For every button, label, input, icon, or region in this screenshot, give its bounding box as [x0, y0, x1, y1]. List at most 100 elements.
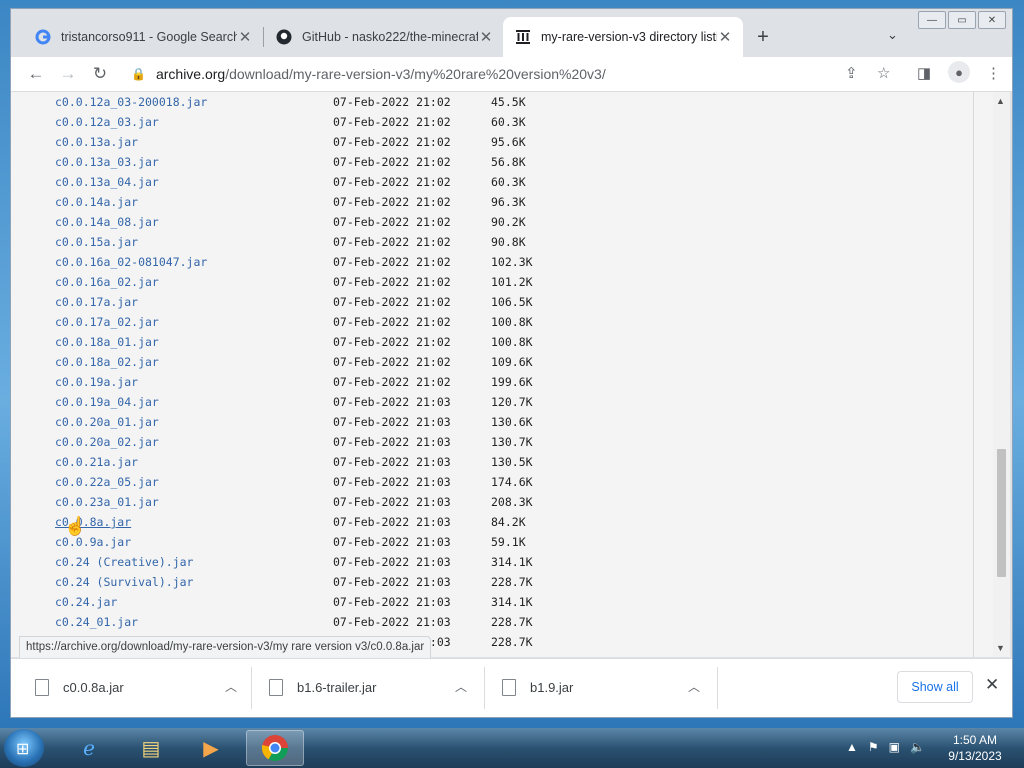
file-date: 07-Feb-2022 21:03: [333, 515, 451, 529]
download-item[interactable]: b1.9.jar ︿: [502, 659, 700, 716]
maximize-button[interactable]: ▭: [948, 11, 976, 29]
file-row: c0.0.20a_01.jar 07-Feb-2022 21:03 130.6K: [55, 412, 551, 432]
show-hidden-icons-icon[interactable]: ▲: [846, 740, 858, 754]
profile-icon[interactable]: ●: [948, 61, 970, 83]
media-player-icon[interactable]: ▶: [182, 730, 240, 766]
side-panel-icon[interactable]: ◨: [917, 64, 931, 82]
vertical-scrollbar[interactable]: ▲ ▼: [993, 92, 1010, 657]
file-size: 314.1K: [491, 555, 533, 569]
scroll-down-arrow-icon[interactable]: ▼: [996, 643, 1005, 653]
close-icon[interactable]: ✕: [717, 28, 733, 46]
file-row: c0.0.20a_02.jar 07-Feb-2022 21:03 130.7K: [55, 432, 551, 452]
file-icon: [269, 679, 283, 696]
file-date: 07-Feb-2022 21:02: [333, 375, 451, 389]
menu-icon[interactable]: ⋮: [986, 64, 1001, 82]
action-center-icon[interactable]: ⚑: [868, 740, 879, 754]
file-date: 07-Feb-2022 21:03: [333, 555, 451, 569]
file-row: c0.0.16a_02.jar 07-Feb-2022 21:02 101.2K: [55, 272, 551, 292]
chrome-icon[interactable]: [246, 730, 304, 766]
file-row: c0.0.16a_02-081047.jar 07-Feb-2022 21:02 1…: [55, 252, 551, 272]
file-link[interactable]: c0.0.13a_03.jar: [55, 152, 333, 172]
file-link[interactable]: c0.24_01.jar: [55, 612, 333, 632]
minimize-button[interactable]: —: [918, 11, 946, 29]
file-link[interactable]: c0.0.14a_08.jar: [55, 212, 333, 232]
file-link[interactable]: c0.0.13a_04.jar: [55, 172, 333, 192]
internet-explorer-icon[interactable]: ℯ: [60, 730, 118, 766]
file-link[interactable]: c0.0.12a_03.jar: [55, 112, 333, 132]
close-icon[interactable]: ✕: [478, 28, 494, 46]
file-date: 07-Feb-2022 21:03: [333, 435, 451, 449]
file-size: 130.5K: [491, 455, 533, 469]
file-size: 59.1K: [491, 535, 526, 549]
file-link[interactable]: c0.24.jar: [55, 592, 333, 612]
file-link[interactable]: c0.0.19a_04.jar: [55, 392, 333, 412]
file-link[interactable]: c0.0.16a_02-081047.jar: [55, 252, 333, 272]
address-bar[interactable]: 🔒 archive.org/download/my-rare-version-v…: [123, 60, 903, 88]
browser-window: tristancorso911 - Google Search ✕ GitHub…: [10, 8, 1013, 718]
file-link[interactable]: c0.0.12a_03-200018.jar: [55, 92, 333, 112]
file-link[interactable]: c0.0.18a_02.jar: [55, 352, 333, 372]
tab-search-icon[interactable]: ⌄: [887, 27, 898, 43]
close-shelf-icon[interactable]: ✕: [985, 675, 999, 695]
reload-button[interactable]: ↻: [89, 63, 111, 85]
file-link[interactable]: c0.24 (Creative).jar: [55, 552, 333, 572]
file-size: 101.2K: [491, 275, 533, 289]
download-item[interactable]: c0.0.8a.jar ︿: [35, 659, 237, 716]
file-link[interactable]: c0.0.20a_01.jar: [55, 412, 333, 432]
new-tab-button[interactable]: +: [753, 26, 773, 49]
file-size: 95.6K: [491, 135, 526, 149]
file-size: 130.7K: [491, 435, 533, 449]
file-link[interactable]: c0.0.9a.jar: [55, 532, 333, 552]
file-link[interactable]: c0.0.15a.jar: [55, 232, 333, 252]
back-button[interactable]: ←: [25, 63, 47, 85]
chevron-up-icon[interactable]: ︿: [455, 678, 467, 695]
file-size: 96.3K: [491, 195, 526, 209]
file-size: 120.7K: [491, 395, 533, 409]
tab-directory-listing[interactable]: my-rare-version-v3 directory listi ✕: [503, 17, 743, 57]
file-link[interactable]: c0.0.16a_02.jar: [55, 272, 333, 292]
file-link[interactable]: c0.0.17a.jar: [55, 292, 333, 312]
file-explorer-icon[interactable]: ▤: [122, 730, 180, 766]
file-link[interactable]: c0.0.20a_02.jar: [55, 432, 333, 452]
file-row: c0.0.18a_01.jar 07-Feb-2022 21:02 100.8K: [55, 332, 551, 352]
share-icon[interactable]: ⇪: [845, 64, 858, 82]
file-row: c0.0.13a.jar 07-Feb-2022 21:02 95.6K: [55, 132, 551, 152]
file-row: c0.0.22a_05.jar 07-Feb-2022 21:03 174.6K: [55, 472, 551, 492]
file-date: 07-Feb-2022 21:03: [333, 415, 451, 429]
file-link[interactable]: c0.0.19a.jar: [55, 372, 333, 392]
tab-title: my-rare-version-v3 directory listi: [541, 30, 717, 44]
tab-github[interactable]: GitHub - nasko222/the-minecraft ✕: [264, 17, 504, 57]
file-link[interactable]: c0.0.8a.jar: [55, 512, 333, 532]
close-window-button[interactable]: ✕: [978, 11, 1006, 29]
taskbar-clock[interactable]: 1:50 AM 9/13/2023: [940, 732, 1010, 764]
file-link[interactable]: c0.0.21a.jar: [55, 452, 333, 472]
file-link[interactable]: c0.0.22a_05.jar: [55, 472, 333, 492]
tab-google-search[interactable]: tristancorso911 - Google Search ✕: [23, 17, 263, 57]
forward-button[interactable]: →: [57, 63, 79, 85]
file-size: 100.8K: [491, 335, 533, 349]
file-row: c0.0.18a_02.jar 07-Feb-2022 21:02 109.6K: [55, 352, 551, 372]
file-link[interactable]: c0.0.23a_01.jar: [55, 492, 333, 512]
file-size: 208.3K: [491, 495, 533, 509]
file-size: 60.3K: [491, 115, 526, 129]
scroll-up-arrow-icon[interactable]: ▲: [996, 96, 1005, 106]
file-size: 109.6K: [491, 355, 533, 369]
chevron-up-icon[interactable]: ︿: [688, 678, 700, 695]
close-icon[interactable]: ✕: [237, 28, 253, 46]
file-link[interactable]: c0.0.17a_02.jar: [55, 312, 333, 332]
file-link[interactable]: c0.0.14a.jar: [55, 192, 333, 212]
file-link[interactable]: c0.0.18a_01.jar: [55, 332, 333, 352]
download-item[interactable]: b1.6-trailer.jar ︿: [269, 659, 467, 716]
file-size: 45.5K: [491, 95, 526, 109]
file-link[interactable]: c0.24 (Survival).jar: [55, 572, 333, 592]
network-icon[interactable]: ▣: [889, 740, 900, 754]
clock-time: 1:50 AM: [952, 733, 998, 747]
scrollbar-thumb[interactable]: [997, 449, 1006, 577]
start-button[interactable]: ⊞: [4, 729, 44, 767]
volume-icon[interactable]: 🔈: [910, 740, 925, 754]
file-link[interactable]: c0.0.13a.jar: [55, 132, 333, 152]
chevron-up-icon[interactable]: ︿: [225, 678, 237, 695]
file-row: c0.0.14a_08.jar 07-Feb-2022 21:02 90.2K: [55, 212, 551, 232]
show-all-button[interactable]: Show all: [897, 671, 973, 703]
bookmark-star-icon[interactable]: ☆: [877, 64, 890, 82]
